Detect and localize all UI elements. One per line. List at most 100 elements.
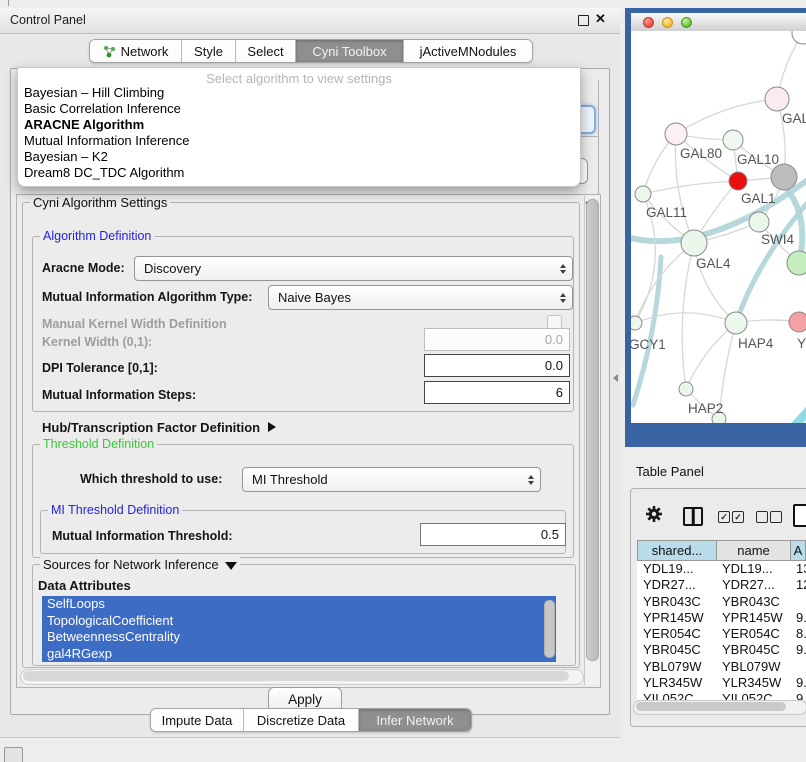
attributes-vscrollbar-thumb[interactable] [544,600,555,658]
table-cell[interactable]: YBR045C [637,642,716,658]
panel-collapse-arrow[interactable] [613,374,618,382]
table-cell[interactable]: YER054C [637,626,716,642]
dropdown-item[interactable]: Dream8 DC_TDC Algorithm [24,165,184,181]
table-cell[interactable]: 13 [790,561,806,577]
table-cell[interactable]: YER054C [716,626,790,642]
table-hscrollbar-thumb[interactable] [636,702,786,711]
which-threshold-combo[interactable]: MI Threshold [242,467,541,492]
tab-jactivemnodules[interactable]: jActiveMNodules [404,40,532,62]
network-edge[interactable] [635,313,736,323]
table-cell[interactable]: YDR27... [637,577,716,593]
table-cell[interactable]: YBL079W [716,659,790,675]
mi-steps-field[interactable]: 6 [424,381,570,404]
table-cell[interactable]: YDL19... [637,561,716,577]
network-node-hap2[interactable] [679,382,693,396]
table-hscrollbar-track[interactable] [633,700,806,715]
network-edge[interactable] [676,99,777,134]
network-node-gal80[interactable] [665,123,687,145]
table-cell[interactable]: 8. [790,626,806,642]
tab-cyni-toolbox[interactable]: Cyni Toolbox [296,40,404,62]
checked-checkbox-icon[interactable]: ✓ [718,511,730,523]
table-cell[interactable]: YDL19... [716,561,790,577]
table-cell[interactable]: 9. [790,642,806,658]
list-item[interactable]: BetweennessCentrality [42,629,556,646]
unchecked-checkbox-icon[interactable] [770,511,782,523]
network-edge[interactable] [694,243,736,323]
checked-checkbox-icon[interactable]: ✓ [732,511,744,523]
settings-vscrollbar-thumb[interactable] [586,199,599,661]
network-node-hap4[interactable] [725,312,747,334]
gear-icon[interactable] [645,505,663,523]
table-cell[interactable]: YIL052C [716,691,790,700]
aracne-mode-combo[interactable]: Discovery [134,256,573,281]
network-edge[interactable] [643,181,738,194]
table-cell[interactable]: 9. [790,675,806,691]
dropdown-item[interactable]: Bayesian – K2 [24,149,108,165]
table-row[interactable]: YPR145WYPR145W9. [637,610,806,626]
table-row[interactable]: YLR345WYLR345W9. [637,675,806,691]
mi-threshold-field[interactable]: 0.5 [420,523,566,546]
table-cell[interactable]: YLR345W [637,675,716,691]
settings-hscrollbar-thumb[interactable] [23,671,569,681]
close-panel-icon[interactable]: ✕ [595,11,606,27]
dropdown-item-selected[interactable]: ARACNE Algorithm [24,117,144,133]
table-row[interactable]: YBR045CYBR045C9. [637,642,806,658]
float-window-icon[interactable] [578,15,589,26]
network-node-gcy1[interactable] [631,316,642,330]
list-item[interactable]: gal4RGexp [42,646,556,663]
table-row[interactable]: YER054CYER054C8. [637,626,806,642]
tab-discretize-data[interactable]: Discretize Data [244,709,359,731]
table-cell[interactable]: YPR145W [716,610,790,626]
network-edge-thick[interactable] [633,257,661,405]
table-cell[interactable]: YPR145W [637,610,716,626]
kernel-width-field[interactable]: 0.0 [424,328,570,351]
collapsed-panel-icon[interactable] [4,747,23,762]
zoom-traffic-light-icon[interactable] [681,17,692,28]
network-node-swi4[interactable] [749,212,769,232]
table-row[interactable]: YDR27...YDR27...12 [637,577,806,593]
unchecked-checkbox-icon[interactable] [756,511,768,523]
network-node-topP[interactable] [792,31,806,44]
dropdown-item[interactable]: Mutual Information Inference [24,133,189,149]
table-cell[interactable]: YLR345W [716,675,790,691]
close-traffic-light-icon[interactable] [643,17,654,28]
network-edge-thick[interactable] [785,407,806,423]
network-edge[interactable] [635,243,694,323]
table-cell[interactable]: YDR27... [716,577,790,593]
network-edge[interactable] [682,243,694,389]
dpi-tolerance-field[interactable]: 0.0 [424,354,570,377]
column-header-clipped[interactable]: A [790,540,806,561]
tab-style[interactable]: Style [182,40,236,62]
tab-infer-network[interactable]: Infer Network [359,709,471,731]
network-node-gal1[interactable] [729,172,747,190]
list-item[interactable]: SelfLoops [42,596,556,613]
minimize-traffic-light-icon[interactable] [662,17,673,28]
hub-definition-toggle[interactable]: Hub/Transcription Factor Definition [42,420,276,435]
table-row[interactable]: YBL079WYBL079W [637,659,806,675]
dropdown-item[interactable]: Bayesian – Hill Climbing [24,85,164,101]
table-cell[interactable]: 12 [790,577,806,593]
table-cell[interactable]: 9 [790,691,806,700]
table-cell[interactable]: YBR043C [637,594,716,610]
table-cell[interactable]: YBR043C [716,594,790,610]
table-cell[interactable]: YBL079W [637,659,716,675]
tab-network[interactable]: Network [90,40,182,62]
network-node-gal11[interactable] [635,186,651,202]
network-node-gal4[interactable] [681,230,707,256]
table-row[interactable]: YDL19...YDL19...13 [637,561,806,577]
column-view-icon[interactable] [683,507,703,526]
tab-select[interactable]: Select [236,40,296,62]
table-cell[interactable]: YIL052C [637,691,716,700]
dropdown-item[interactable]: Basic Correlation Inference [24,101,181,117]
sources-group-title[interactable]: Sources for Network Inference [40,557,240,572]
table-cell[interactable]: 9. [790,610,806,626]
network-node-pinkTop[interactable] [765,87,789,111]
mi-type-combo[interactable]: Naive Bayes [268,285,573,310]
column-header-name[interactable]: name [716,540,790,561]
table-row[interactable]: YBR043CYBR043C [637,594,806,610]
network-node-gal10[interactable] [723,130,743,150]
table-cell[interactable] [790,594,806,610]
network-node-greenR[interactable] [787,251,806,275]
column-header-shared-name[interactable]: shared... [637,540,716,561]
table-cell[interactable] [790,659,806,675]
